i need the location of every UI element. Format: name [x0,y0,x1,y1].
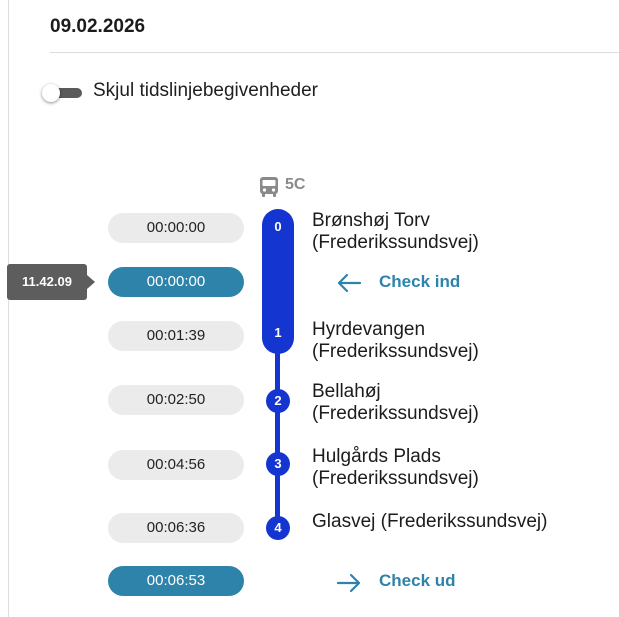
stop-name-2: Bellahøj (Frederikssundsvej) [312,381,479,425]
current-time-badge: 11.42.09 [7,264,95,300]
stop-marker-2: 2 [266,389,290,413]
check-in-label[interactable]: Check ind [379,272,460,292]
stop-marker-3: 3 [266,452,290,476]
time-stop-2: 00:02:50 [108,385,244,415]
stop-marker-1: 1 [266,321,290,345]
arrow-left-icon [337,273,362,293]
stop-name-4: Glasvej (Frederikssundsvej) [312,511,547,533]
time-stop-0: 00:00:00 [108,213,244,243]
stop-name-line: (Frederikssundsvej) [312,232,479,253]
time-stop-4: 00:06:36 [108,513,244,543]
time-stop-1: 00:01:39 [108,321,244,351]
route-line [275,334,280,530]
stop-marker-0: 0 [266,215,290,239]
stop-name-1: Hyrdevangen (Frederikssundsvej) [312,319,479,363]
stop-name-line: Glasvej (Frederikssundsvej) [312,511,548,532]
stop-name-line: Hulgårds Plads [312,446,441,467]
time-check-in[interactable]: 00:00:00 [108,267,244,297]
header-divider [50,52,619,53]
stop-name-3: Hulgårds Plads (Frederikssundsvej) [312,446,479,490]
stop-marker-4: 4 [266,516,290,540]
bus-icon [260,177,278,197]
stop-name-line: Brønshøj Torv [312,210,430,231]
time-check-out[interactable]: 00:06:53 [108,566,244,596]
side-rail [8,0,9,617]
check-out-label[interactable]: Check ud [379,571,456,591]
stop-name-line: (Frederikssundsvej) [312,341,479,362]
stop-name-line: (Frederikssundsvej) [312,403,479,424]
time-stop-3: 00:04:56 [108,450,244,480]
date-title: 09.02.2026 [50,16,146,37]
toggle-label: Skjul tidslinjebegivenheder [93,80,318,101]
route-label: 5C [285,176,306,193]
arrow-right-icon [336,573,361,593]
stop-name-0: Brønshøj Torv (Frederikssundsvej) [312,210,479,254]
stop-name-line: Bellahøj [312,381,381,402]
stop-name-line: Hyrdevangen [312,319,426,340]
hide-events-toggle[interactable] [42,84,86,102]
toggle-knob [42,84,60,102]
stop-name-line: (Frederikssundsvej) [312,468,479,489]
